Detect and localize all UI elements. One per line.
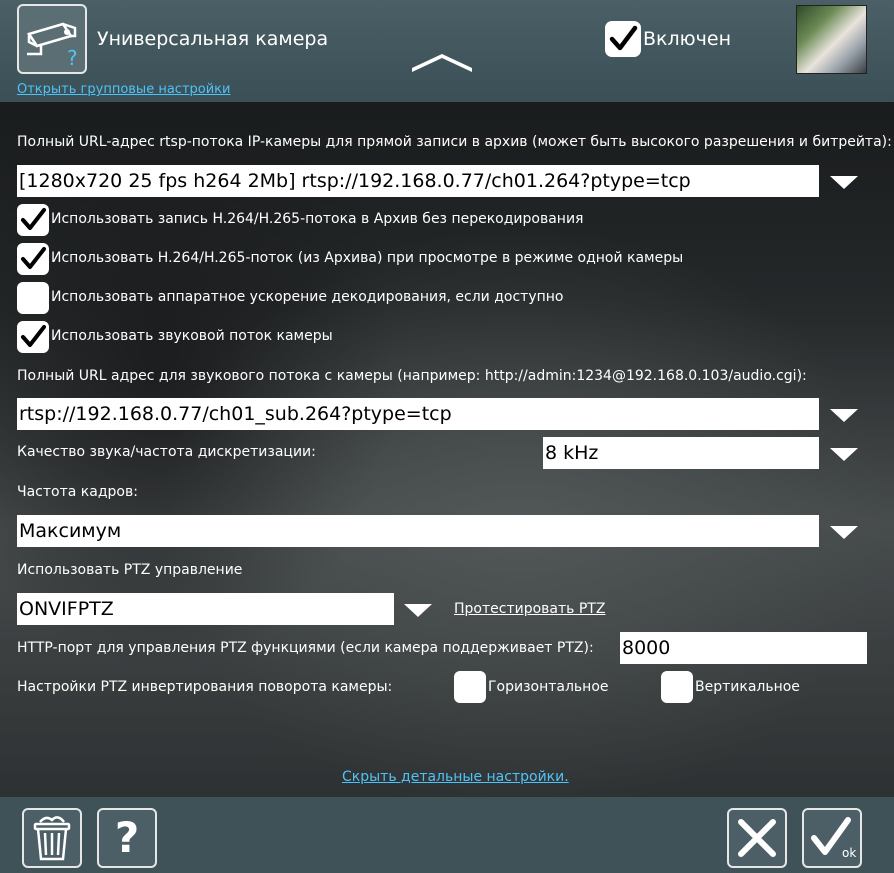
ptz-invert-label: Настройки PTZ инвертирования поворота ка… [17,679,393,695]
close-x-icon [738,819,776,857]
enabled-checkbox[interactable] [605,21,641,57]
ptz-invert-horizontal-checkbox[interactable] [454,671,486,703]
hide-details-link[interactable]: Скрыть детальные настройки. [342,769,569,785]
main-stream-label: Полный URL-адрес rtsp-потока IP-камеры д… [17,134,892,150]
question-icon: ? [114,813,140,862]
ptz-label: Использовать PTZ управление [17,562,243,578]
camera-title: Универсальная камера [97,28,329,50]
group-settings-link[interactable]: Открыть групповые настройки [17,82,230,97]
ok-button[interactable]: ok [802,808,862,868]
checkmark-icon [609,25,638,51]
trash-icon [33,816,71,861]
enabled-label: Включен [643,28,731,50]
audio-url-label: Полный URL адрес для звукового потока с … [17,368,807,384]
ptz-port-field[interactable]: 8000 [620,632,867,664]
framerate-label: Частота кадров: [17,484,138,500]
audio-url-field[interactable]: rtsp://192.168.0.77/ch01_sub.264?ptype=t… [17,398,819,430]
option-label-hw-accel: Использовать аппаратное ускорение декоди… [51,289,564,305]
option-checkbox-single-view[interactable] [17,243,49,275]
cancel-button[interactable] [727,808,787,868]
help-question-icon: ? [67,46,78,70]
dropdown-arrow-icon[interactable] [829,174,859,190]
test-ptz-link[interactable]: Протестировать PTZ [454,601,605,617]
dropdown-arrow-icon[interactable] [829,407,859,423]
dropdown-arrow-icon[interactable] [403,602,433,618]
camera-preview-thumbnail[interactable] [796,5,867,74]
option-checkbox-audio[interactable] [17,321,49,353]
delete-button[interactable] [22,808,82,868]
audio-quality-label: Качество звука/частота дискретизации: [17,444,316,460]
dropdown-arrow-icon[interactable] [829,446,859,462]
framerate-select[interactable]: Максимум [17,515,819,547]
ptz-invert-vertical-label: Вертикальное [695,679,800,695]
main-stream-url-field[interactable]: [1280x720 25 fps h264 2Mb] rtsp://192.16… [17,165,819,197]
ptz-select[interactable]: ONVIFPTZ [17,593,394,625]
option-label-audio: Использовать звуковой поток камеры [51,328,333,344]
checkmark-icon [21,247,46,269]
camera-type-button[interactable]: ? [17,4,87,74]
ptz-invert-horizontal-label: Горизонтальное [488,679,609,695]
ptz-invert-vertical-checkbox[interactable] [661,671,693,703]
help-button[interactable]: ? [97,808,157,868]
option-checkbox-raw-recording[interactable] [17,204,49,236]
option-label-raw-recording: Использовать запись H.264/H.265-потока в… [51,211,584,227]
dropdown-arrow-icon[interactable] [829,524,859,540]
ok-label: ok [842,846,857,860]
audio-quality-select[interactable]: 8 kHz [543,437,819,469]
checkmark-icon [21,208,46,230]
option-checkbox-hw-accel[interactable] [17,282,49,314]
option-label-single-view: Использовать H.264/H.265-поток (из Архив… [51,250,684,266]
ptz-port-label: HTTP-порт для управления PTZ функциями (… [17,640,594,656]
checkmark-icon [21,325,46,347]
chevron-up-icon[interactable] [410,52,474,76]
